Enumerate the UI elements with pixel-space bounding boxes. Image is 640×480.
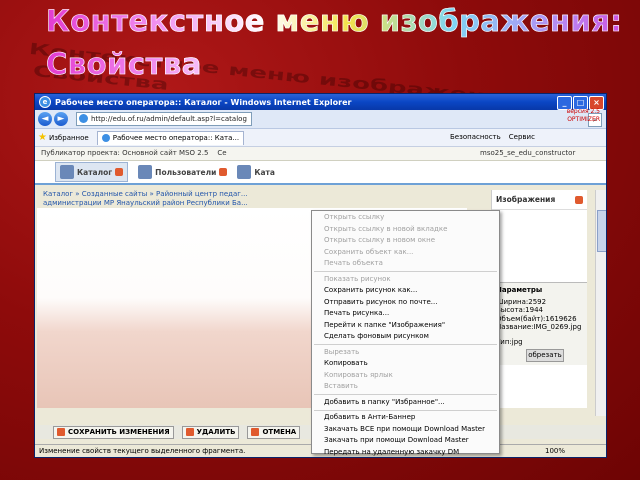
vertical-scrollbar[interactable] bbox=[595, 190, 606, 416]
menu-item: Печать объекта bbox=[324, 259, 383, 267]
address-bar: ◄ ► http://edu.of.ru/admin/default.asp?l… bbox=[35, 110, 606, 129]
param-size: Объем(байт):1619626 bbox=[496, 314, 577, 323]
tab-catalog-label: Каталог bbox=[77, 167, 113, 177]
save-icon bbox=[57, 428, 65, 436]
menu-item[interactable]: Перейти к папке "Изображения" bbox=[312, 320, 499, 332]
tab-ie-icon bbox=[101, 134, 110, 142]
delete-button[interactable]: УДАЛИТЬ bbox=[181, 425, 240, 439]
chevron-down-icon[interactable] bbox=[219, 168, 228, 176]
context-menu: Открыть ссылку Открыть ссылку в новой вкл… bbox=[311, 210, 500, 456]
tab-catalog-2-label: Ката bbox=[254, 167, 275, 177]
menu-separator bbox=[314, 394, 497, 395]
breadcrumb[interactable]: Каталог » Созданные сайты » Районный цен… bbox=[37, 190, 283, 208]
address-input[interactable]: http://edu.of.ru/admin/default.asp?l=cat… bbox=[76, 112, 252, 126]
menu-item[interactable]: Печать рисунка... bbox=[312, 308, 499, 320]
param-name: Название:IMG_0269.jpg bbox=[496, 323, 582, 331]
scroll-thumb[interactable] bbox=[597, 210, 606, 252]
menu-separator bbox=[314, 409, 497, 411]
slide-subtitle: Свойства bbox=[46, 47, 626, 82]
menu-item[interactable]: Отправить рисунок по почте... bbox=[312, 297, 499, 309]
crop-button[interactable]: обрезать bbox=[526, 349, 564, 362]
save-changes-button[interactable]: СОХРАНИТЬ ИЗМЕНЕНИЯ bbox=[53, 425, 174, 439]
back-icon[interactable]: ◄ bbox=[38, 112, 52, 126]
browser-window: e Рабочее место оператора:: Каталог - Wi… bbox=[34, 93, 607, 458]
tab-label: Рабочее место оператора:: Ката... bbox=[112, 133, 240, 142]
tools-menu[interactable]: Сервис bbox=[509, 131, 535, 144]
menu-item: Вырезать bbox=[324, 347, 360, 356]
publisher-suffix: Се bbox=[217, 149, 227, 157]
slide-title: Контекстное меню изображения: bbox=[46, 4, 626, 39]
panel-toggle-icon[interactable] bbox=[575, 195, 583, 204]
chevron-down-icon[interactable] bbox=[115, 168, 124, 176]
page-icon bbox=[79, 114, 88, 123]
images-panel-title: Изображения bbox=[496, 195, 556, 204]
menu-item: Копировать ярлык bbox=[324, 370, 393, 379]
tab-users-label: Пользователи bbox=[155, 167, 217, 177]
toolbar-menu: Безопасность Сервис bbox=[450, 131, 535, 144]
menu-item: Открыть ссылку в новой вкладке bbox=[324, 224, 448, 233]
tab-catalog-2[interactable]: Ката bbox=[237, 165, 275, 179]
save-changes-label: СОХРАНИТЬ ИЗМЕНЕНИЯ bbox=[68, 428, 170, 436]
menu-item[interactable]: Сохранить рисунок как... bbox=[312, 285, 499, 297]
cancel-icon bbox=[251, 428, 260, 436]
forward-icon[interactable]: ► bbox=[54, 112, 68, 126]
star-icon[interactable]: ★ bbox=[38, 132, 47, 143]
favorites-bar: ★ Избранное Рабочее место оператора:: Ка… bbox=[35, 129, 606, 147]
param-height: Высота:1944 bbox=[496, 306, 544, 314]
window-titlebar[interactable]: e Рабочее место оператора:: Каталог - Wi… bbox=[35, 94, 606, 110]
menu-item: Открыть ссылку bbox=[324, 213, 385, 221]
optimizer-version: версия 2.5 bbox=[566, 108, 600, 115]
cancel-button[interactable]: ОТМЕНА bbox=[247, 425, 301, 439]
menu-item[interactable]: Закачать при помощи Download Master bbox=[312, 435, 499, 447]
users-icon bbox=[138, 165, 153, 179]
menu-item[interactable]: Копировать bbox=[312, 358, 499, 370]
favorites-label[interactable]: Избранное bbox=[49, 134, 89, 142]
publisher-text: Публикатор проекта: Основной сайт MSO 2.… bbox=[41, 149, 209, 157]
project-name: mso25_se_edu_constructor bbox=[480, 149, 576, 157]
menu-item[interactable]: Добавить в Анти-Баннер bbox=[312, 412, 499, 424]
param-width: Ширина:2592 bbox=[496, 297, 547, 306]
image-parameters: Параметры Ширина:2592 Высота:1944 Объем(… bbox=[492, 282, 587, 365]
publisher-bar: Публикатор проекта: Основной сайт MSO 2.… bbox=[35, 147, 606, 161]
browser-tab[interactable]: Рабочее место оператора:: Ката... bbox=[96, 130, 245, 145]
catalog-icon-2 bbox=[237, 165, 252, 179]
menu-separator bbox=[314, 271, 497, 272]
catalog-icon bbox=[60, 165, 74, 179]
menu-item[interactable]: Сделать фоновым рисунком bbox=[312, 331, 499, 343]
ie-icon: e bbox=[39, 96, 51, 108]
menu-item[interactable]: Закачать ВСЕ при помощи Download Master bbox=[312, 424, 499, 436]
menu-item: Вставить bbox=[324, 382, 358, 390]
menu-separator bbox=[314, 344, 497, 345]
cancel-label: ОТМЕНА bbox=[262, 428, 297, 436]
optimizer-logo: версия 2.5 OPTIMIZER bbox=[567, 108, 600, 124]
optimizer-name: OPTIMIZER bbox=[567, 116, 600, 123]
window-title: Рабочее место оператора:: Каталог - Wind… bbox=[55, 97, 352, 107]
menu-item[interactable]: Передать на удаленную закачку DM bbox=[312, 447, 499, 458]
images-panel: Изображения Параметры Ширина:2592 Высота… bbox=[491, 190, 587, 408]
app-tabs: Каталог Пользователи Ката bbox=[35, 161, 606, 185]
menu-item: Открыть ссылку в новом окне bbox=[324, 236, 436, 244]
menu-item[interactable]: Добавить в папку "Избранное"... bbox=[312, 397, 499, 409]
tab-catalog[interactable]: Каталог bbox=[55, 162, 129, 182]
address-text: http://edu.of.ru/admin/default.asp?l=cat… bbox=[91, 115, 247, 123]
param-type: Тип:jpg bbox=[496, 337, 523, 346]
params-header: Параметры bbox=[496, 286, 543, 294]
menu-item: Показать рисунок bbox=[324, 274, 391, 283]
delete-icon bbox=[185, 428, 194, 436]
security-menu[interactable]: Безопасность bbox=[450, 131, 501, 144]
delete-label: УДАЛИТЬ bbox=[196, 428, 236, 436]
menu-item: Сохранить объект как... bbox=[324, 247, 414, 256]
status-text: Изменение свойств текущего выделенного ф… bbox=[39, 447, 246, 455]
tab-users[interactable]: Пользователи bbox=[138, 165, 228, 179]
zoom-level[interactable]: 100% bbox=[545, 445, 565, 457]
